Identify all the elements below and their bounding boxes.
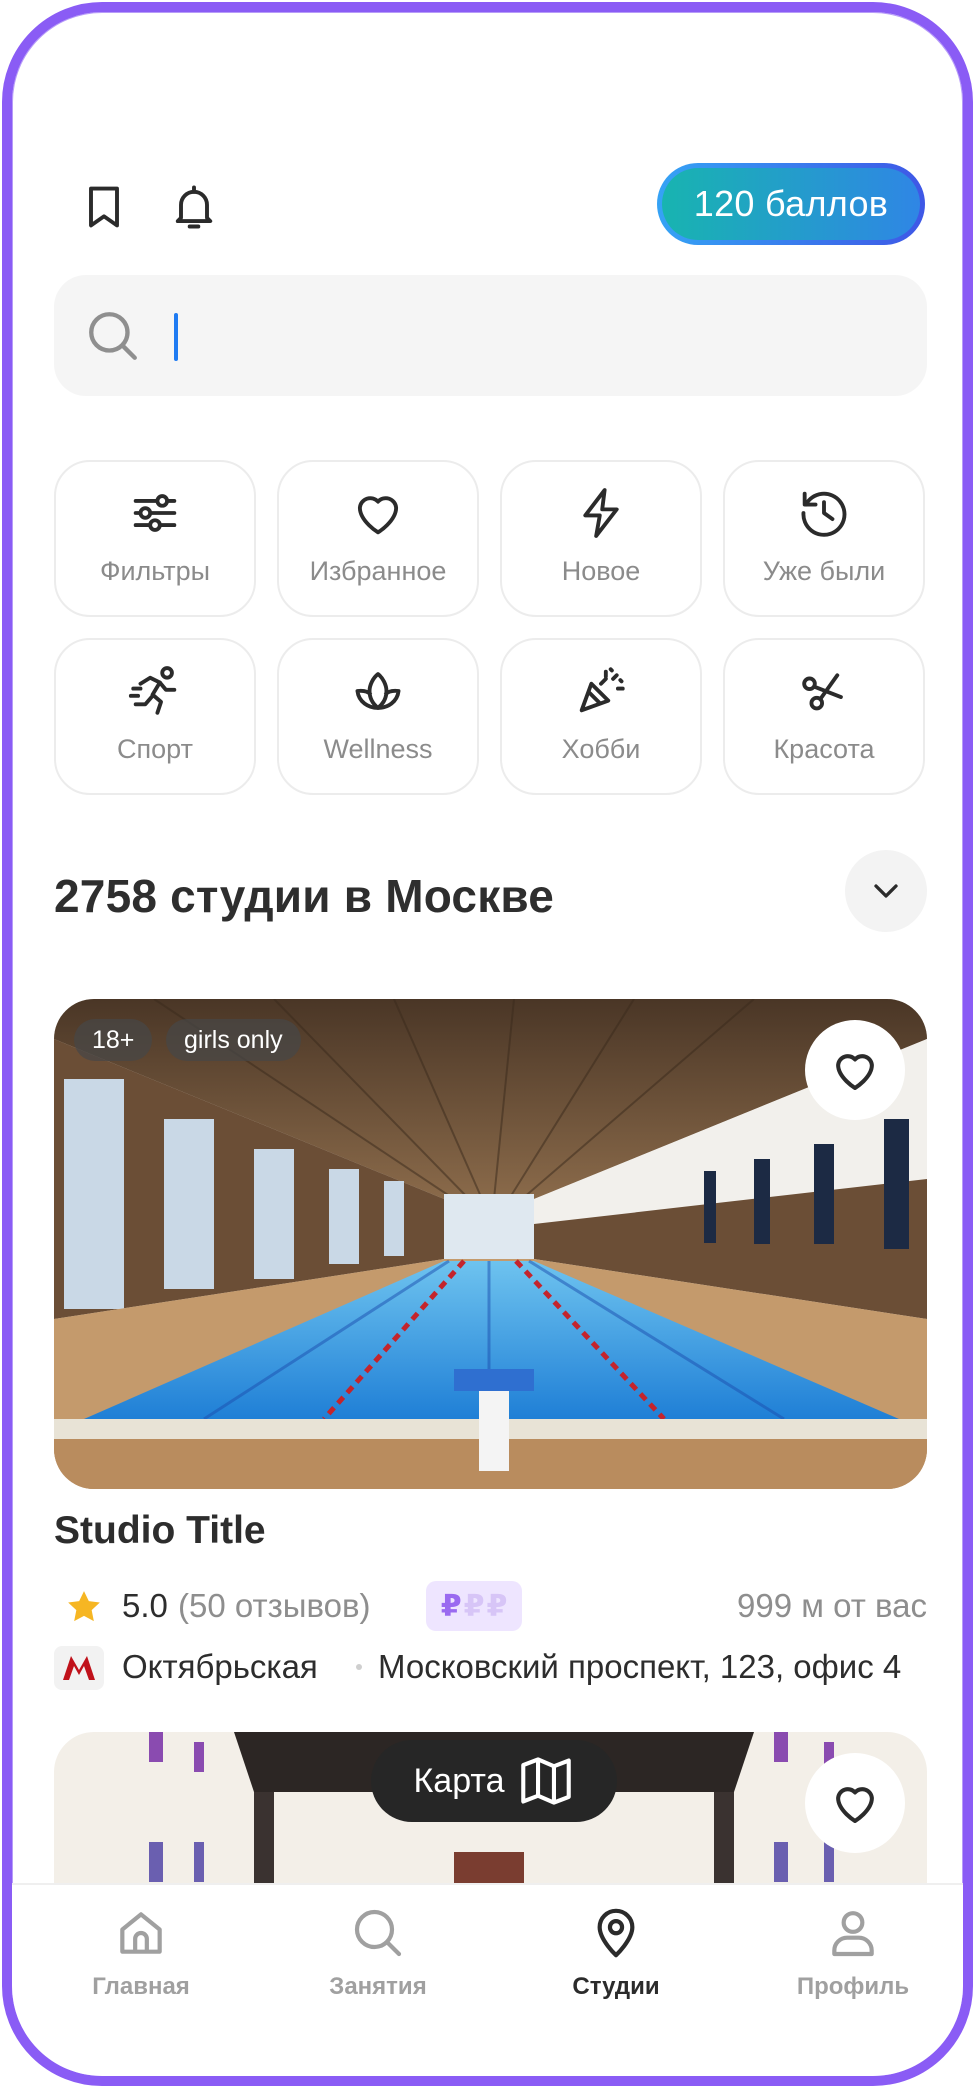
search-icon bbox=[354, 1909, 402, 1957]
bell-icon[interactable] bbox=[164, 177, 224, 237]
sort-dropdown-button[interactable] bbox=[845, 850, 927, 932]
category-visited[interactable]: Уже были bbox=[723, 460, 925, 617]
price-level-badge: ₽ ₽ ₽ bbox=[426, 1581, 522, 1631]
price-symbol: ₽ bbox=[440, 1589, 462, 1623]
map-button-label: Карта bbox=[413, 1761, 505, 1800]
category-favorites[interactable]: Избранное bbox=[277, 460, 479, 617]
location-row: Октябрьская Московский проспект, 123, оф… bbox=[54, 1642, 927, 1692]
category-sport[interactable]: Спорт bbox=[54, 638, 256, 795]
user-icon bbox=[832, 1911, 874, 1957]
heart-icon bbox=[836, 1787, 874, 1824]
tab-profile[interactable]: Профиль bbox=[753, 1905, 953, 2001]
category-label: Избранное bbox=[309, 556, 447, 586]
chevron-down-icon bbox=[874, 884, 898, 898]
history-icon bbox=[801, 491, 847, 537]
studio-title[interactable]: Studio Title bbox=[54, 1509, 266, 1553]
price-symbol: ₽ bbox=[463, 1589, 485, 1623]
screen: 120 баллов Фильтры Избранное Новое Уже б… bbox=[12, 12, 963, 2076]
tab-studios[interactable]: Студии bbox=[516, 1905, 716, 2001]
bottom-tab-bar: Главная Занятия Студии Профиль bbox=[12, 1883, 963, 2076]
category-label: Красота bbox=[773, 734, 875, 764]
heart-icon bbox=[836, 1054, 874, 1091]
map-icon bbox=[521, 1757, 572, 1805]
rating-value: 5.0 bbox=[122, 1587, 168, 1624]
bookmark-icon[interactable] bbox=[74, 177, 134, 237]
metro-station: Октябрьская bbox=[122, 1648, 318, 1685]
separator-dot bbox=[356, 1664, 362, 1670]
lotus-icon bbox=[355, 672, 401, 710]
tab-label: Профиль bbox=[796, 1973, 910, 2000]
category-label: Wellness bbox=[323, 734, 433, 764]
tab-classes[interactable]: Занятия bbox=[278, 1905, 478, 2001]
search-input[interactable] bbox=[164, 301, 884, 371]
sliders-icon bbox=[133, 494, 177, 532]
pool-photo bbox=[54, 999, 927, 1489]
results-heading: 2758 студии в Москве bbox=[54, 870, 555, 922]
favorite-button[interactable] bbox=[805, 1020, 905, 1120]
search-bar[interactable] bbox=[54, 275, 927, 396]
category-label: Спорт bbox=[117, 734, 193, 764]
studio-address: Московский проспект, 123, офис 4 bbox=[378, 1648, 902, 1685]
category-label: Фильтры bbox=[99, 556, 211, 586]
tab-label: Главная bbox=[92, 1973, 190, 2000]
category-label: Уже были bbox=[762, 556, 886, 586]
points-label: 120 баллов bbox=[662, 168, 920, 240]
search-icon bbox=[89, 312, 137, 360]
runner-icon bbox=[128, 666, 177, 715]
tab-label: Студии bbox=[572, 1973, 660, 2000]
studio-card-image[interactable]: 18+ girls only bbox=[54, 999, 927, 1489]
age-badge: 18+ bbox=[74, 1019, 153, 1061]
category-wellness[interactable]: Wellness bbox=[277, 638, 479, 795]
scissors-icon bbox=[802, 673, 843, 711]
heart-icon bbox=[357, 496, 399, 535]
map-pin-icon bbox=[597, 1908, 635, 1958]
tab-home[interactable]: Главная bbox=[41, 1905, 241, 2001]
metro-icon bbox=[54, 1646, 104, 1690]
reviews-count[interactable]: (50 отзывов) bbox=[178, 1587, 371, 1625]
price-symbol: ₽ bbox=[486, 1589, 508, 1623]
favorite-button[interactable] bbox=[805, 1753, 905, 1853]
category-label: Хобби bbox=[561, 734, 641, 764]
map-button[interactable]: Карта bbox=[371, 1740, 617, 1822]
category-beauty[interactable]: Красота bbox=[723, 638, 925, 795]
distance-label: 999 м от вас bbox=[736, 1587, 927, 1624]
audience-badge: girls only bbox=[166, 1019, 301, 1061]
category-filters[interactable]: Фильтры bbox=[54, 460, 256, 617]
party-popper-icon bbox=[579, 667, 625, 713]
home-icon bbox=[120, 1912, 162, 1954]
points-balance-button[interactable]: 120 баллов bbox=[657, 163, 925, 245]
tab-label: Занятия bbox=[329, 1973, 427, 2000]
device-frame: 120 баллов Фильтры Избранное Новое Уже б… bbox=[2, 2, 973, 2086]
lightning-icon bbox=[583, 488, 619, 538]
category-new[interactable]: Новое bbox=[500, 460, 702, 617]
text-caret bbox=[174, 313, 178, 361]
studio-meta-row: 5.0 (50 отзывов) ₽ ₽ ₽ 999 м от вас bbox=[54, 1579, 927, 1635]
category-hobby[interactable]: Хобби bbox=[500, 638, 702, 795]
category-label: Новое bbox=[561, 556, 641, 586]
star-icon bbox=[68, 1591, 100, 1622]
